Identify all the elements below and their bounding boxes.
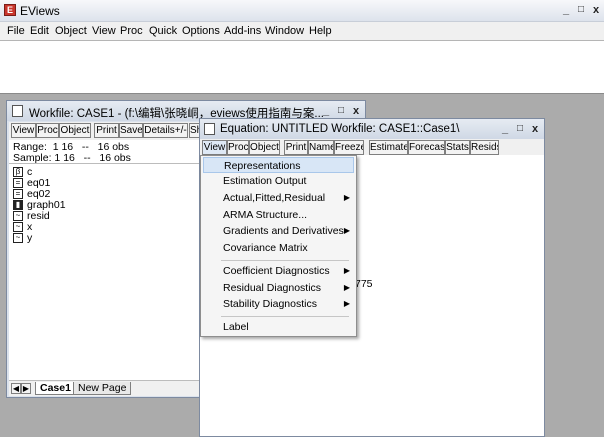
menu-quick[interactable]: Quick <box>149 25 177 37</box>
view-dropdown-menu: Representations Estimation Output Actual… <box>200 155 357 337</box>
eq-view-button[interactable]: View <box>202 140 227 155</box>
equation-icon: = <box>13 178 23 188</box>
wf-view-button[interactable]: View <box>11 123 36 138</box>
app-title: EViews <box>20 4 60 18</box>
submenu-arrow-icon: ▶ <box>343 299 350 308</box>
menu-object[interactable]: Object <box>55 25 87 37</box>
eq-resids-button[interactable]: Resids <box>470 140 499 155</box>
menu-options[interactable]: Options <box>182 25 220 37</box>
menu-view[interactable]: View <box>92 25 116 37</box>
menu-window[interactable]: Window <box>265 25 304 37</box>
menu-item-gradients-and-derivatives[interactable]: Gradients and Derivatives ▶ <box>203 223 354 239</box>
series-icon: ~ <box>13 233 23 243</box>
equation-title-bar[interactable]: Equation: UNTITLED Workfile: CASE1::Case… <box>200 119 544 139</box>
equation-icon: = <box>13 189 23 199</box>
menu-separator <box>221 316 349 317</box>
wf-details-button[interactable]: Details+/- <box>143 123 188 138</box>
coefficient-icon: β <box>13 167 23 177</box>
minimize-button[interactable]: _ <box>559 3 573 17</box>
wf-save-button[interactable]: Save <box>119 123 143 138</box>
tab-prev-icon[interactable]: ◀ <box>11 383 21 394</box>
menu-item-label[interactable]: Label <box>203 319 354 335</box>
eviews-logo-icon: E <box>4 4 16 16</box>
tab-case1[interactable]: Case1 <box>35 382 76 395</box>
menu-item-covariance-matrix[interactable]: Covariance Matrix <box>203 240 354 256</box>
wf-print-button[interactable]: Print <box>94 123 119 138</box>
menu-item-coefficient-diagnostics[interactable]: Coefficient Diagnostics ▶ <box>203 263 354 279</box>
workfile-sample[interactable]: Sample: 1 16 -- 16 obs <box>13 152 131 164</box>
submenu-arrow-icon: ▶ <box>343 266 350 275</box>
workfile-minimize-button[interactable]: _ <box>319 104 333 118</box>
menu-item-actual-fitted-residual[interactable]: Actual,Fitted,Residual ▶ <box>203 190 354 206</box>
menu-file[interactable]: File <box>7 25 25 37</box>
equation-window-icon <box>204 123 215 135</box>
eq-print-button[interactable]: Print <box>284 140 308 155</box>
submenu-arrow-icon: ▶ <box>343 283 350 292</box>
workfile-object-list: β c = eq01 = eq02 ▮ graph01 ~ resid ~ x … <box>9 164 201 380</box>
tab-new-page[interactable]: New Page <box>73 382 132 395</box>
equation-output-fragment: 775 <box>355 278 373 290</box>
menu-item-residual-diagnostics[interactable]: Residual Diagnostics ▶ <box>203 280 354 296</box>
close-button[interactable]: x <box>589 3 603 17</box>
workfile-icon <box>12 105 23 117</box>
menu-item-representations[interactable]: Representations <box>203 157 354 173</box>
eq-name-button[interactable]: Name <box>308 140 334 155</box>
equation-toolbar: View Proc Object Print Name Freeze Estim… <box>200 139 544 155</box>
eq-object-button[interactable]: Object <box>249 140 280 155</box>
menu-separator <box>221 260 349 261</box>
workfile-maximize-button[interactable]: □ <box>334 104 348 118</box>
menu-edit[interactable]: Edit <box>30 25 49 37</box>
graph-icon: ▮ <box>13 200 23 210</box>
series-icon: ~ <box>13 211 23 221</box>
workfile-close-button[interactable]: x <box>349 104 363 118</box>
submenu-arrow-icon: ▶ <box>343 193 350 202</box>
wf-object-button[interactable]: Object <box>59 123 91 138</box>
workfile-page-tabs: ◀ ▶ Case1 New Page <box>9 380 201 396</box>
maximize-button[interactable]: □ <box>574 3 588 17</box>
submenu-arrow-icon: ▶ <box>343 226 350 235</box>
menu-item-estimation-output[interactable]: Estimation Output <box>203 173 354 189</box>
equation-close-button[interactable]: x <box>528 122 542 136</box>
menu-help[interactable]: Help <box>309 25 332 37</box>
menu-item-stability-diagnostics[interactable]: Stability Diagnostics ▶ <box>203 296 354 312</box>
equation-maximize-button[interactable]: □ <box>513 122 527 136</box>
menu-item-arma-structure[interactable]: ARMA Structure... <box>203 207 354 223</box>
eq-estimate-button[interactable]: Estimate <box>369 140 408 155</box>
eq-stats-button[interactable]: Stats <box>445 140 470 155</box>
tab-next-icon[interactable]: ▶ <box>21 383 31 394</box>
menu-add-ins[interactable]: Add-ins <box>224 25 261 37</box>
series-icon: ~ <box>13 222 23 232</box>
equation-title: Equation: UNTITLED Workfile: CASE1::Case… <box>220 123 460 135</box>
menu-proc[interactable]: Proc <box>120 25 143 37</box>
eq-forecast-button[interactable]: Forecast <box>408 140 445 155</box>
equation-minimize-button[interactable]: _ <box>498 122 512 136</box>
eq-freeze-button[interactable]: Freeze <box>334 140 364 155</box>
app-title-bar: E EViews _ □ x <box>0 0 604 22</box>
wf-proc-button[interactable]: Proc <box>36 123 59 138</box>
command-window[interactable] <box>0 40 604 94</box>
eq-proc-button[interactable]: Proc <box>227 140 249 155</box>
menu-bar: File Edit Object View Proc Quick Options… <box>0 22 604 40</box>
